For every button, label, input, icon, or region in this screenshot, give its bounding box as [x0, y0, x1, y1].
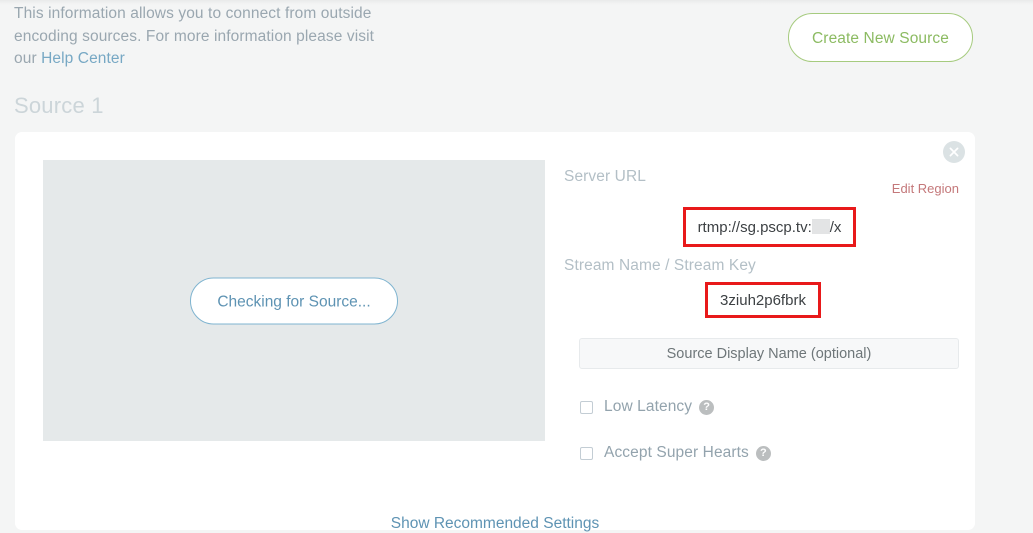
help-center-link[interactable]: Help Center	[41, 50, 125, 67]
source-display-name-input[interactable]	[579, 338, 959, 369]
intro-paragraph: This information allows you to connect f…	[14, 3, 414, 71]
stream-key-label: Stream Name / Stream Key	[564, 257, 756, 274]
intro-line-3-prefix: our	[14, 50, 42, 67]
checkbox-accept-super-hearts[interactable]	[580, 446, 593, 460]
option-label-low-latency: Low Latency	[604, 398, 693, 415]
intro-line-2: encoding sources. For more information p…	[14, 27, 375, 45]
show-recommended-settings-link[interactable]: Show Recommended Settings	[15, 515, 975, 533]
stream-key-value: 3ziuh2p6fbrk	[720, 291, 806, 309]
help-icon-low-latency[interactable]: ?	[699, 399, 715, 415]
checking-for-source-button[interactable]: Checking for Source...	[190, 277, 398, 324]
server-url-suffix: /x	[829, 218, 842, 236]
server-url-prefix: rtmp://sg.pscp.tv:	[697, 218, 812, 236]
source-section-heading: Source 1	[14, 93, 104, 118]
server-url-value-highlight[interactable]: rtmp://sg.pscp.tv: /x	[683, 207, 856, 247]
source-preview-area: Checking for Source...	[43, 160, 545, 441]
source-settings-column: Server URL Edit Region rtmp://sg.pscp.tv…	[564, 168, 959, 461]
help-icon-accept-super-hearts[interactable]: ?	[755, 445, 771, 461]
stream-key-value-highlight[interactable]: 3ziuh2p6fbrk	[705, 282, 821, 318]
close-icon[interactable]	[943, 141, 965, 163]
intro-line-1: This information allows you to connect f…	[14, 5, 372, 22]
server-url-redaction	[811, 218, 830, 234]
checkbox-low-latency[interactable]	[580, 400, 593, 414]
option-row-accept-super-hearts[interactable]: Accept Super Hearts ?	[580, 444, 771, 462]
option-label-accept-super-hearts: Accept Super Hearts	[604, 444, 749, 461]
create-new-source-button[interactable]: Create New Source	[788, 13, 973, 62]
server-url-value: rtmp://sg.pscp.tv: /x	[697, 218, 842, 236]
edit-region-link[interactable]: Edit Region	[892, 181, 959, 196]
source-card: Checking for Source... Server URL Edit R…	[15, 132, 975, 533]
option-row-low-latency[interactable]: Low Latency ?	[580, 398, 715, 416]
